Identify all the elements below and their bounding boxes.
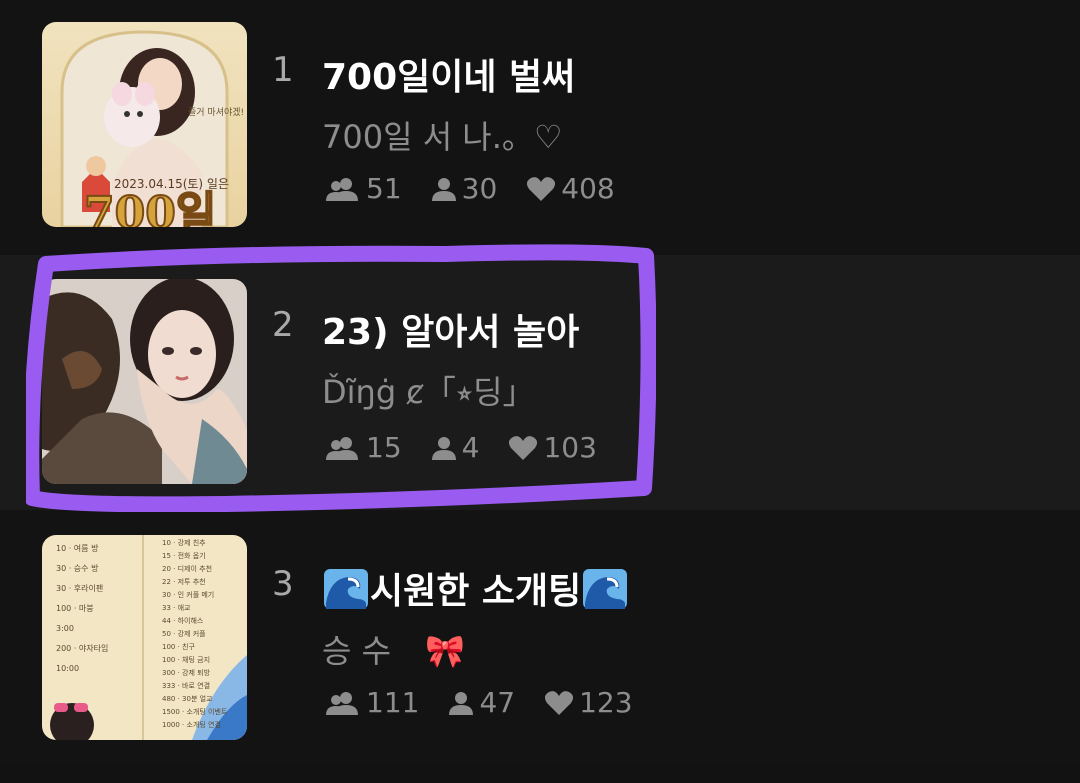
like-count-value: 103 <box>543 431 597 464</box>
thumb-menu-line: 3:00 <box>56 624 74 633</box>
member-count-value: 15 <box>366 431 402 464</box>
chat-room-ranking-list: 즐거 마셔야겠! 2023.04.15(토) 일은 700일 1 700일이네 … <box>0 0 1080 783</box>
room-title-text: 시원한 소개팅 <box>370 571 582 612</box>
thumb-menu-line: 200 · 야자타임 <box>56 643 108 653</box>
thumb-menu-line: 10:00 <box>56 664 79 673</box>
person-icon <box>431 177 456 201</box>
heart-icon <box>527 176 556 201</box>
room-stats: 111 47 123 <box>326 686 633 719</box>
room-thumbnail: 즐거 마셔야겠! 2023.04.15(토) 일은 700일 <box>42 22 247 227</box>
member-count: 15 <box>326 431 402 464</box>
rank-number: 2 <box>272 305 294 345</box>
user-count-value: 4 <box>461 431 480 464</box>
like-count: 103 <box>509 431 597 464</box>
room-thumbnail <box>42 279 247 484</box>
wave-emoji-icon <box>583 569 628 609</box>
thumb-caption: 즐거 마셔야겠! <box>188 107 244 118</box>
thumb-menu-line: 44 · 하이해스 <box>162 616 204 625</box>
like-count: 123 <box>545 686 633 719</box>
room-subtitle: Ďĩŋġ ȼ「⭒딩」 <box>322 373 535 411</box>
member-count-value: 111 <box>366 686 420 719</box>
rank-number: 1 <box>272 50 294 90</box>
thumb-menu-line: 30 · 후라이팬 <box>56 583 103 593</box>
person-icon <box>449 691 474 715</box>
room-title: 700일이네 벌써 <box>322 57 576 98</box>
rank-number: 3 <box>272 564 294 604</box>
room-thumbnail: 10 · 여름 방 30 · 승수 방 30 · 후라이팬 100 · 마붕 3:00 2… <box>42 535 247 740</box>
member-count: 111 <box>326 686 419 719</box>
room-stats: 51 30 408 <box>326 172 615 205</box>
thumb-menu-line: 100 · 마붕 <box>56 604 94 613</box>
wave-emoji-icon <box>324 569 368 609</box>
list-item[interactable]: 2 23) 알아서 놀아 Ďĩŋġ ȼ「⭒딩」 15 4 103 <box>0 255 1080 510</box>
group-icon <box>326 691 358 715</box>
thumb-menu-line: 100 · 채팅 금지 <box>162 655 210 664</box>
room-subtitle-text: 승 수 <box>322 632 392 670</box>
thumb-menu-line: 30 · 인 커플 메기 <box>162 590 214 599</box>
thumb-menu-line: 50 · 강제 커플 <box>162 629 206 638</box>
thumb-menu-line: 15 · 전화 옵기 <box>162 551 206 560</box>
thumb-menu-line: 22 · 저투 추천 <box>162 577 206 586</box>
thumb-menu-line: 300 · 강제 퇴방 <box>162 668 211 677</box>
member-count: 51 <box>326 172 402 205</box>
room-stats: 15 4 103 <box>326 431 597 464</box>
list-item[interactable]: 즐거 마셔야겠! 2023.04.15(토) 일은 700일 1 700일이네 … <box>0 0 1080 255</box>
like-count-value: 408 <box>561 172 615 205</box>
thumb-menu-line: 10 · 여름 방 <box>56 543 99 553</box>
thumb-menu-line: 30 · 승수 방 <box>56 563 99 573</box>
user-count: 4 <box>431 431 480 464</box>
thumb-menu-line: 1000 · 소개팅 연결 <box>162 720 221 729</box>
thumb-menu-line: 10 · 강제 친추 <box>162 538 206 547</box>
user-count-value: 47 <box>479 686 516 719</box>
user-count-value: 30 <box>461 172 498 205</box>
room-subtitle: 700일 서 나.。♡ <box>322 118 563 156</box>
person-icon <box>431 436 456 460</box>
like-count: 408 <box>527 172 615 205</box>
ribbon-icon: 🎀 <box>425 632 466 670</box>
thumb-menu-line: 20 · 디제이 추천 <box>162 564 212 573</box>
heart-icon <box>509 435 538 460</box>
room-title: 23) 알아서 놀아 <box>322 312 580 353</box>
user-count: 30 <box>431 172 498 205</box>
thumb-menu-line: 1500 · 소개팅 이벤트 <box>162 707 228 716</box>
thumb-menu-line: 480 · 30분 얼교 <box>162 694 213 703</box>
room-title: 시원한 소개팅 <box>322 562 629 614</box>
group-icon <box>326 177 358 201</box>
thumb-menu-line: 33 · 애교 <box>162 603 191 612</box>
thumb-menu-line: 100 · 친구 <box>162 642 195 651</box>
like-count-value: 123 <box>579 686 633 719</box>
room-subtitle: 승 수 🎀 <box>322 626 465 672</box>
group-icon <box>326 436 358 460</box>
thumb-menu-line: 333 · 바로 연결 <box>162 681 210 690</box>
heart-icon <box>545 690 574 715</box>
list-item[interactable]: 10 · 여름 방 30 · 승수 방 30 · 후라이팬 100 · 마붕 3:00 2… <box>0 510 1080 765</box>
member-count-value: 51 <box>366 172 402 205</box>
user-count: 47 <box>449 686 515 719</box>
thumb-big-text: 700일 <box>84 188 216 227</box>
